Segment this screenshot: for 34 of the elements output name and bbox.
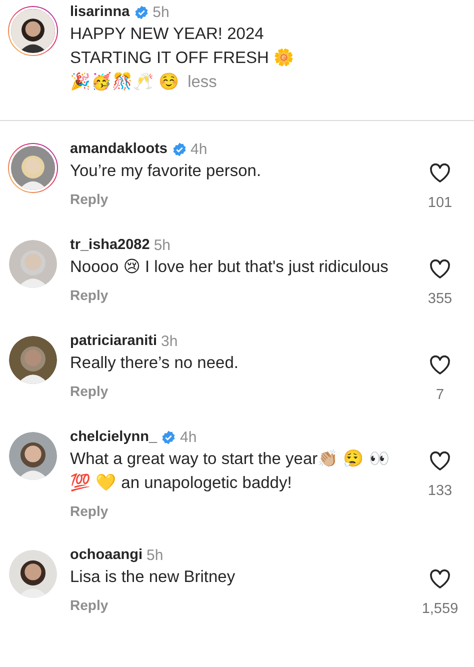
comment-text: Noooo 😢 I love her but that's just ridiculous [70,257,390,278]
caption-text: STARTING IT OFF FRESH 🌼 [70,48,296,69]
username[interactable]: patriciaraniti [70,333,158,349]
heart-icon[interactable] [428,567,452,591]
timestamp: 5h [154,236,170,254]
like-count: 133 [428,483,452,499]
comment-text: Really there’s no need. [70,353,240,374]
heart-icon[interactable] [428,353,452,377]
like-count: 7 [436,387,444,403]
timestamp: 4h [180,428,197,446]
like-count: 355 [428,291,452,307]
heart-icon[interactable] [428,257,452,281]
timestamp: 3h [161,332,178,350]
username[interactable]: amandakloots [70,141,168,157]
comment-text: You’re my favorite person. [70,161,262,182]
avatar-ring[interactable] [8,335,58,385]
comment-text: Lisa is the new Britney [70,567,236,588]
like-count: 1,559 [422,601,458,617]
avatar-ring[interactable] [8,431,58,481]
heart-icon[interactable] [428,161,452,185]
heart-icon[interactable] [428,449,452,473]
username[interactable]: chelcielynn_ [70,429,158,445]
caption-text: HAPPY NEW YEAR! 2024 [70,24,265,45]
timestamp: 5h [152,4,170,20]
username[interactable]: lisarinna [70,4,130,20]
like-count: 101 [428,195,452,211]
comment-text: What a great way to start the year👏🏼 😮‍💨 👀 💯 💛 an unapologetic baddy! [70,448,391,494]
avatar-ring[interactable] [8,6,58,56]
emoji-text: 🎉🥳🎊🥂 ☺ [70,71,180,93]
username[interactable]: ochoaangi [70,547,143,563]
username[interactable]: tr_isha2082 [70,237,150,253]
timestamp: 4h [190,140,208,158]
avatar-ring[interactable] [8,549,58,599]
timestamp: 5h [146,546,164,564]
